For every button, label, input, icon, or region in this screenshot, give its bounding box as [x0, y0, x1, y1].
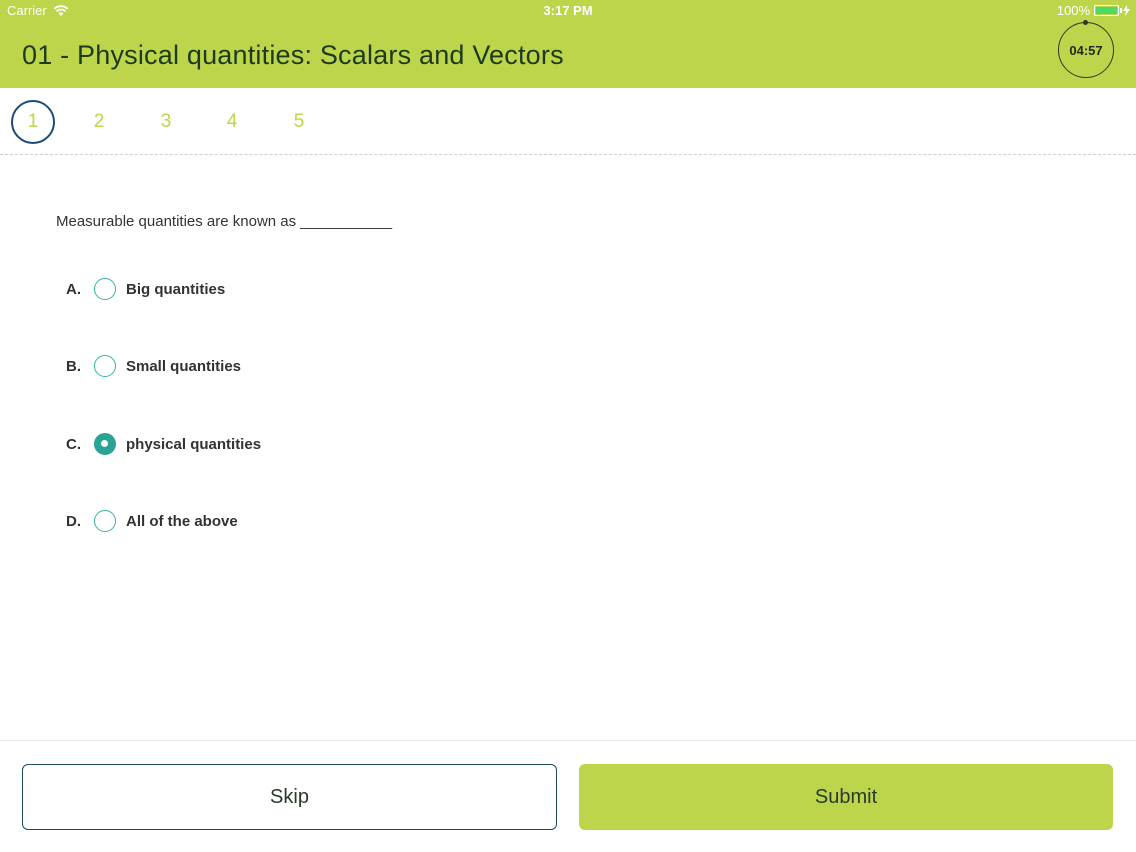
skip-button[interactable]: Skip [22, 764, 557, 830]
option-letter: C. [66, 435, 81, 453]
question-text: Measurable quantities are known as _____… [56, 213, 393, 230]
option-label: Small quantities [126, 357, 242, 375]
option-letter: B. [66, 357, 81, 375]
question-nav-1[interactable]: 1 [11, 100, 55, 144]
timer-value: 04:57 [1069, 42, 1103, 58]
footer-divider [0, 740, 1136, 741]
question-nav-5[interactable]: 5 [277, 100, 321, 144]
option-a[interactable]: A. Big quantities [66, 276, 225, 302]
option-d[interactable]: D. All of the above [66, 508, 238, 534]
question-nav-2[interactable]: 2 [77, 100, 121, 144]
status-time: 3:17 PM [543, 3, 593, 18]
option-label: Big quantities [126, 280, 226, 298]
battery-icon [1094, 5, 1122, 16]
option-b[interactable]: B. Small quantities [66, 353, 241, 379]
option-a-radio[interactable] [94, 278, 116, 300]
question-nav-4[interactable]: 4 [210, 100, 254, 144]
battery-percent: 100% [1056, 3, 1090, 18]
battery-indicator: 100% [1057, 3, 1130, 18]
question-navigator: 1 2 3 4 5 [0, 88, 1136, 155]
charging-bolt-icon [1123, 5, 1130, 16]
submit-button[interactable]: Submit [579, 764, 1113, 830]
option-b-radio[interactable] [94, 355, 116, 377]
countdown-timer: 04:57 [1058, 20, 1114, 78]
option-c-radio[interactable] [94, 433, 116, 455]
option-c[interactable]: C. physical quantities [66, 431, 261, 457]
timer-progress-dot [1083, 20, 1088, 25]
status-bar: Carrier 3:17 PM 100% [0, 0, 1136, 22]
page-title: 01 - Physical quantities: Scalars and Ve… [22, 40, 564, 70]
option-letter: A. [66, 280, 81, 298]
option-letter: D. [66, 512, 81, 530]
header-bar: Carrier 3:17 PM 100% 01 - Physical quant… [0, 0, 1136, 88]
question-nav-3[interactable]: 3 [144, 100, 188, 144]
option-d-radio[interactable] [94, 510, 116, 532]
option-label: All of the above [126, 512, 238, 530]
option-label: physical quantities [126, 435, 262, 453]
